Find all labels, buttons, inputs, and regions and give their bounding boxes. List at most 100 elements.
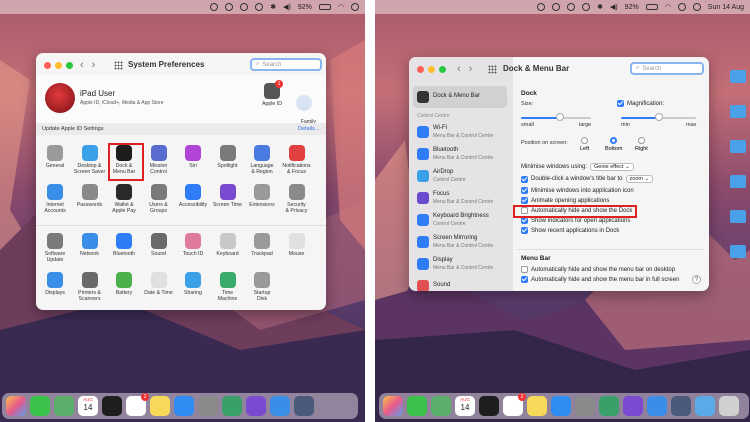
close-button[interactable]: [44, 62, 51, 69]
search-input[interactable]: ⌕ Search: [250, 58, 322, 71]
calendar-icon[interactable]: AUG 14: [455, 396, 475, 416]
pref-notifications-focus[interactable]: Notifications & Focus: [269, 145, 325, 176]
menu-bar-option-row[interactable]: Automatically hide and show the menu bar…: [521, 276, 679, 283]
wifi-icon[interactable]: ◠: [665, 3, 671, 11]
forward-icon[interactable]: ›: [92, 59, 96, 71]
downloads-folder-icon[interactable]: [695, 396, 715, 416]
bluetooth-icon[interactable]: ✱: [270, 3, 276, 11]
quicktime-icon[interactable]: [671, 396, 691, 416]
magnification-slider-knob[interactable]: [654, 113, 663, 121]
maps-icon[interactable]: [54, 396, 74, 416]
imovie-icon[interactable]: [246, 396, 266, 416]
photos-icon[interactable]: [6, 396, 26, 416]
reminders-icon[interactable]: 2: [503, 393, 526, 416]
dock-option-checkbox[interactable]: [521, 217, 528, 224]
back-icon[interactable]: ‹: [80, 59, 84, 71]
terminal-icon[interactable]: [479, 396, 499, 416]
timer-icon[interactable]: [582, 3, 591, 11]
pref-startup-disk[interactable]: Startup Disk: [234, 272, 290, 303]
zoom-button[interactable]: [439, 66, 446, 73]
sidebar-item-focus[interactable]: Focus Menu Bar & Control Centre: [413, 187, 507, 209]
menu-bar-clock[interactable]: Sun 14 Aug: [708, 4, 744, 11]
folder-icon[interactable]: [730, 105, 746, 118]
sidebar-item-dock-menu-bar[interactable]: Dock & Menu Bar: [413, 86, 507, 108]
sidebar-item-wifi[interactable]: Wi-Fi Menu Bar & Control Centre: [413, 121, 507, 143]
size-slider-knob[interactable]: [555, 113, 564, 121]
app-icon[interactable]: [222, 396, 242, 416]
notes-icon[interactable]: [150, 396, 170, 416]
back-icon[interactable]: ‹: [457, 63, 461, 75]
terminal-icon[interactable]: [102, 396, 122, 416]
close-button[interactable]: [417, 66, 424, 73]
control-centre-icon[interactable]: [692, 3, 701, 11]
dock-option-checkbox[interactable]: [521, 197, 528, 204]
help-button[interactable]: ?: [692, 275, 701, 284]
system-preferences-icon[interactable]: [198, 396, 218, 416]
position-bottom[interactable]: Bottom: [605, 137, 622, 152]
folder-icon[interactable]: [730, 70, 746, 83]
minimize-button[interactable]: [55, 62, 62, 69]
trash-icon[interactable]: [719, 396, 739, 416]
screen-record-icon[interactable]: [210, 3, 219, 11]
reminders-icon[interactable]: 2: [126, 393, 149, 416]
quicktime-icon[interactable]: [294, 396, 314, 416]
forward-icon[interactable]: ›: [469, 63, 473, 75]
folder-icon[interactable]: [730, 140, 746, 153]
battery-icon[interactable]: [645, 4, 658, 10]
double-click-check[interactable]: [521, 175, 528, 183]
position-right-radio[interactable]: [637, 137, 645, 144]
folder-icon[interactable]: [730, 175, 746, 188]
search-icon[interactable]: [351, 3, 359, 11]
search-icon[interactable]: [677, 3, 686, 11]
photos-icon[interactable]: [383, 396, 403, 416]
focus-icon[interactable]: [225, 3, 234, 11]
menu-bar-option-checkbox[interactable]: [521, 276, 528, 283]
pref-mouse[interactable]: Mouse: [269, 233, 325, 258]
zoom-button[interactable]: [66, 62, 73, 69]
dock-option-checkbox[interactable]: [521, 227, 528, 234]
notes-icon[interactable]: [527, 396, 547, 416]
folder-icon[interactable]: [730, 210, 746, 223]
details-link[interactable]: Details...: [298, 126, 319, 132]
volume-icon[interactable]: ◀): [610, 3, 618, 11]
calendar-icon[interactable]: AUG 14: [78, 396, 98, 416]
position-left-radio[interactable]: [581, 137, 589, 144]
folder-icon[interactable]: [730, 245, 746, 258]
menu-bar-option-row[interactable]: Automatically hide and show the menu bar…: [521, 266, 675, 273]
focus-icon[interactable]: [552, 3, 561, 11]
sidebar-item-screen-mirroring[interactable]: Screen Mirroring Menu Bar & Control Centr…: [413, 231, 507, 253]
media-icon[interactable]: [240, 3, 249, 11]
minimise-popup[interactable]: Genie effect ⌄: [590, 163, 634, 171]
sidebar-item-display[interactable]: Display Menu Bar & Control Centre: [413, 253, 507, 275]
battery-icon[interactable]: [318, 4, 331, 10]
app-icon[interactable]: [599, 396, 619, 416]
volume-icon[interactable]: ◀): [283, 3, 291, 11]
wifi-icon[interactable]: ◠: [338, 3, 344, 11]
dock-option-checkbox[interactable]: [521, 187, 528, 194]
pref-security-privacy[interactable]: Security & Privacy: [269, 184, 325, 215]
app-store-icon[interactable]: [174, 396, 194, 416]
bluetooth-icon[interactable]: ✱: [597, 3, 603, 11]
system-preferences-icon[interactable]: [575, 396, 595, 416]
sidebar-item-bluetooth[interactable]: Bluetooth Menu Bar & Control Centre: [413, 143, 507, 165]
dock-option-row[interactable]: Minimise windows into application icon: [521, 187, 634, 194]
show-all-grid-icon[interactable]: [488, 65, 497, 74]
sidebar-item-sound[interactable]: Sound: [413, 275, 507, 291]
mail-icon[interactable]: [647, 396, 667, 416]
sidebar-item-keyboard-brightness[interactable]: Keyboard Brightness Control Centre: [413, 209, 507, 231]
media-icon[interactable]: [567, 3, 576, 11]
maps-icon[interactable]: [431, 396, 451, 416]
magnification-checkbox[interactable]: Magnification:: [617, 100, 664, 107]
double-click-popup[interactable]: zoom ⌄: [625, 175, 654, 183]
search-input[interactable]: ⌕ Search: [630, 62, 704, 75]
mail-icon[interactable]: [270, 396, 290, 416]
screen-record-icon[interactable]: [537, 3, 546, 11]
dock-option-row[interactable]: Animate opening applications: [521, 197, 609, 204]
magnification-check[interactable]: [617, 100, 624, 107]
position-right[interactable]: Right: [635, 137, 648, 152]
messages-icon[interactable]: [407, 396, 427, 416]
user-avatar[interactable]: [45, 83, 75, 113]
dock-option-row[interactable]: Show recent applications in Dock: [521, 227, 619, 234]
sidebar-item-airdrop[interactable]: AirDrop Control Centre: [413, 165, 507, 187]
app-store-icon[interactable]: [551, 396, 571, 416]
